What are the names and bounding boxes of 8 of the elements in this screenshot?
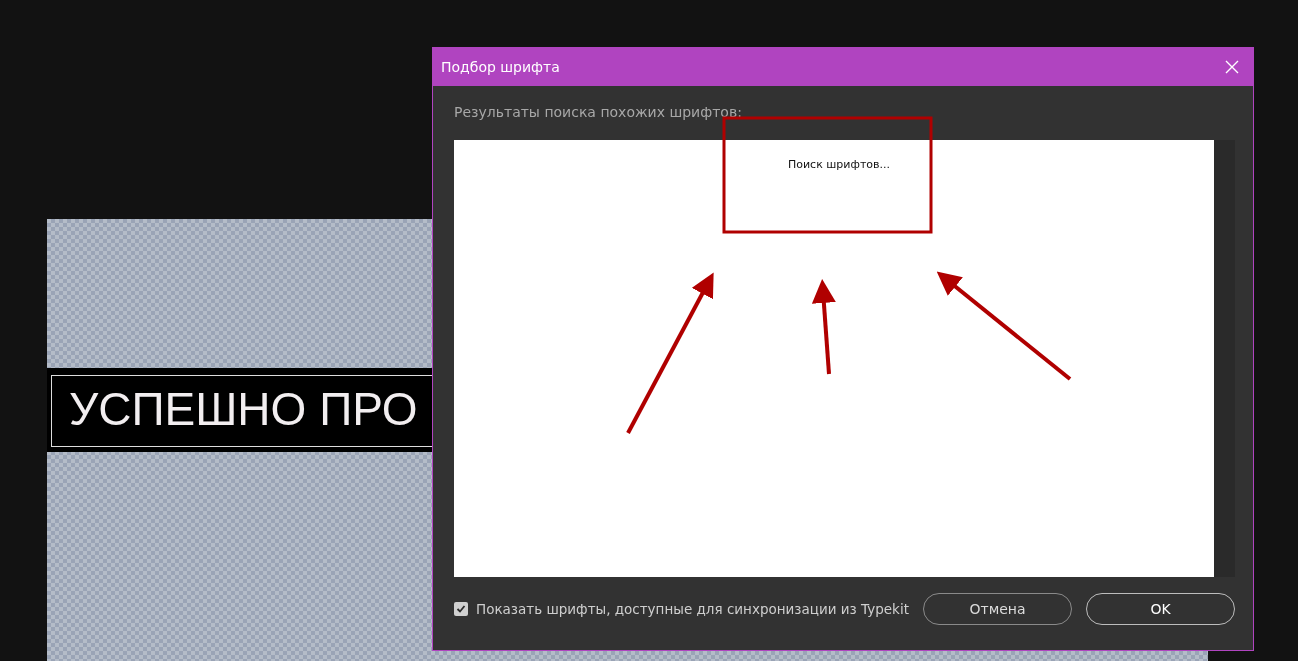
- typekit-checkbox[interactable]: Показать шрифты, доступные для синхронизации из Typekit: [454, 601, 909, 617]
- scrollbar[interactable]: [1214, 140, 1235, 577]
- close-icon[interactable]: [1225, 60, 1239, 74]
- dialog-title: Подбор шрифта: [441, 59, 560, 75]
- checkbox[interactable]: [454, 602, 468, 616]
- results-label: Результаты поиска похожих шрифтов:: [454, 104, 742, 120]
- search-status-text: Поиск шрифтов...: [787, 158, 891, 171]
- layer-text: УСПЕШНО ПРО: [69, 382, 418, 436]
